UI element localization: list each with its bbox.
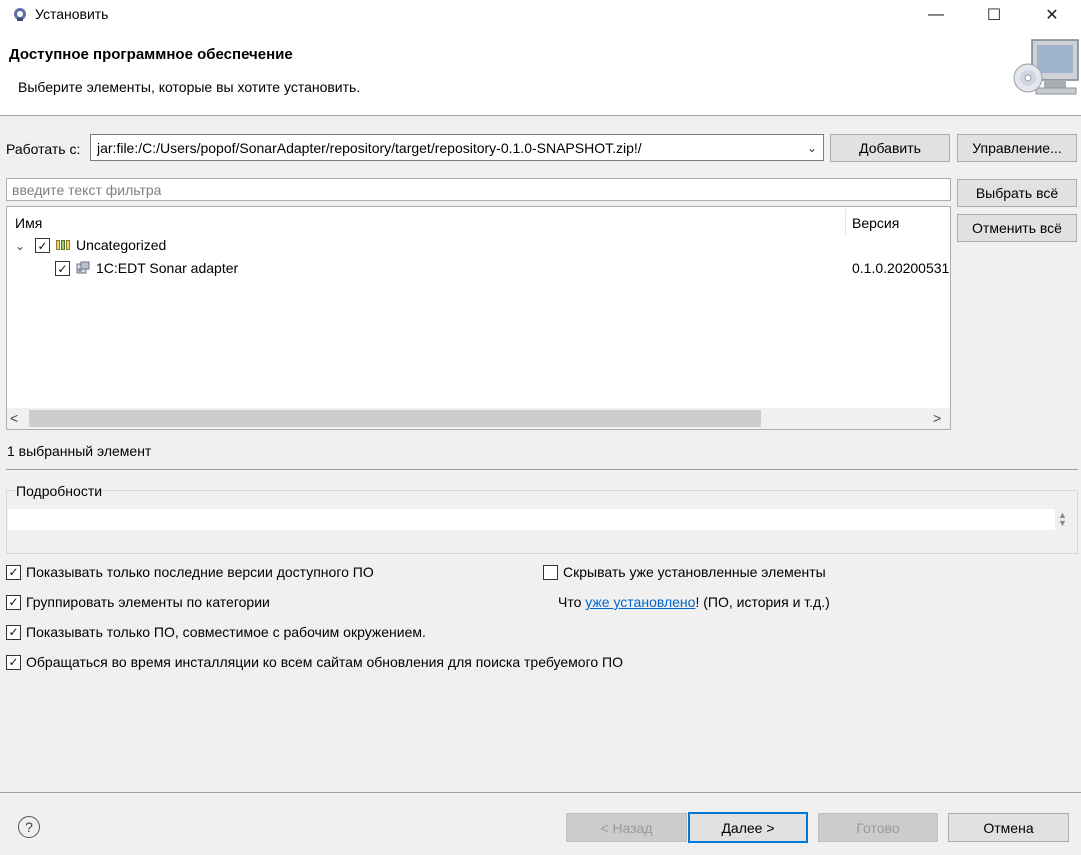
chevron-down-icon[interactable]: ⌄	[801, 141, 823, 155]
option-latest-versions[interactable]: ✓ Показывать только последние версии дос…	[6, 564, 374, 580]
window-title: Установить	[35, 6, 109, 22]
option-contact-all-sites[interactable]: ✓ Обращаться во время инсталляции ко все…	[6, 654, 623, 670]
contact-all-sites-label: Обращаться во время инсталляции ко всем …	[26, 654, 624, 670]
category-icon	[56, 240, 70, 250]
site-combo-value: jar:file:/C:/Users/popof/SonarAdapter/re…	[97, 139, 642, 156]
category-checkbox[interactable]: ✓	[35, 238, 50, 253]
scroll-left-icon[interactable]: <	[10, 410, 18, 426]
checkmark-icon: ✓	[8, 655, 19, 669]
title-bar: Установить — ☐ ✕	[0, 0, 1081, 30]
installed-prefix: Что	[558, 594, 586, 610]
maximize-button[interactable]: ☐	[965, 0, 1023, 30]
minimize-icon: —	[928, 6, 944, 23]
group-by-category-checkbox[interactable]: ✓	[6, 594, 21, 610]
site-combo[interactable]: jar:file:/C:/Users/popof/SonarAdapter/re…	[90, 134, 824, 161]
installed-info: Что уже установлено! (ПО, история и т.д.…	[558, 594, 830, 610]
close-icon: ✕	[1045, 7, 1059, 24]
add-site-button[interactable]: Добавить	[830, 134, 950, 162]
checkmark-icon: ✓	[37, 238, 48, 253]
filter-input[interactable]	[6, 178, 951, 201]
selection-status: 1 выбранный элемент	[7, 443, 152, 459]
scrollbar-thumb[interactable]	[29, 410, 761, 427]
separator	[6, 469, 1078, 470]
compatible-only-label: Показывать только ПО, совместимое с рабо…	[26, 624, 426, 640]
work-with-label: Работать с:	[6, 141, 81, 157]
horizontal-scrollbar[interactable]: < >	[7, 408, 950, 429]
feature-label[interactable]: 1C:EDT Sonar adapter	[96, 260, 238, 276]
page-description: Выберите элементы, которые вы хотите уст…	[18, 79, 361, 95]
details-scroll-icon[interactable]: ▲ ▼	[1058, 511, 1067, 528]
footer-separator	[0, 792, 1081, 793]
cancel-button[interactable]: Отмена	[948, 813, 1069, 842]
compatible-only-checkbox[interactable]: ✓	[6, 624, 21, 640]
feature-checkbox[interactable]: ✓	[55, 261, 70, 276]
category-label[interactable]: Uncategorized	[76, 237, 166, 253]
option-group-by-category[interactable]: ✓ Группировать элементы по категории	[6, 594, 270, 610]
option-compatible-only[interactable]: ✓ Показывать только ПО, совместимое с ра…	[6, 624, 426, 640]
checkmark-icon: ✓	[8, 595, 19, 609]
minimize-button[interactable]: —	[907, 0, 965, 30]
back-button[interactable]: < Назад	[566, 813, 687, 842]
feature-plugin-icon	[76, 261, 90, 274]
manage-sites-button[interactable]: Управление...	[957, 134, 1077, 162]
feature-version: 0.1.0.20200531	[852, 260, 950, 276]
already-installed-link[interactable]: уже установлено	[585, 594, 695, 610]
page-title: Доступное программное обеспечение	[9, 46, 293, 63]
details-label: Подробности	[16, 483, 103, 499]
column-header-name[interactable]: Имя	[15, 215, 42, 231]
checkmark-icon: ✓	[8, 565, 19, 579]
column-header-version[interactable]: Версия	[852, 215, 899, 231]
help-icon[interactable]: ?	[18, 816, 40, 838]
checkmark-icon: ✓	[8, 625, 19, 639]
latest-versions-label: Показывать только последние версии досту…	[26, 564, 374, 580]
column-divider[interactable]	[845, 209, 846, 235]
eclipse-install-icon	[14, 8, 26, 21]
scroll-right-icon[interactable]: >	[933, 410, 941, 426]
expand-chevron-icon[interactable]: ⌄	[15, 239, 25, 253]
installed-suffix: ! (ПО, история и т.д.)	[695, 594, 830, 610]
checkmark-icon: ✓	[57, 261, 68, 276]
option-hide-installed[interactable]: Скрывать уже установленные элементы	[543, 564, 826, 580]
contact-all-sites-checkbox[interactable]: ✓	[6, 654, 21, 670]
group-by-category-label: Группировать элементы по категории	[26, 594, 270, 610]
software-tree[interactable]: Имя Версия ⌄ ✓ Uncategorized ✓ 1C:EDT So…	[6, 206, 951, 430]
maximize-icon: ☐	[986, 7, 1002, 24]
details-text-area[interactable]	[8, 509, 1055, 530]
finish-button[interactable]: Готово	[818, 813, 938, 842]
latest-versions-checkbox[interactable]: ✓	[6, 564, 21, 580]
install-wizard-icon	[1013, 39, 1079, 95]
hide-installed-checkbox[interactable]	[543, 564, 558, 580]
next-button[interactable]: Далее >	[688, 812, 808, 843]
header-banner	[0, 30, 1081, 116]
deselect-all-button[interactable]: Отменить всё	[957, 214, 1077, 242]
select-all-button[interactable]: Выбрать всё	[957, 179, 1077, 207]
close-button[interactable]: ✕	[1023, 0, 1081, 30]
hide-installed-label: Скрывать уже установленные элементы	[563, 564, 826, 580]
